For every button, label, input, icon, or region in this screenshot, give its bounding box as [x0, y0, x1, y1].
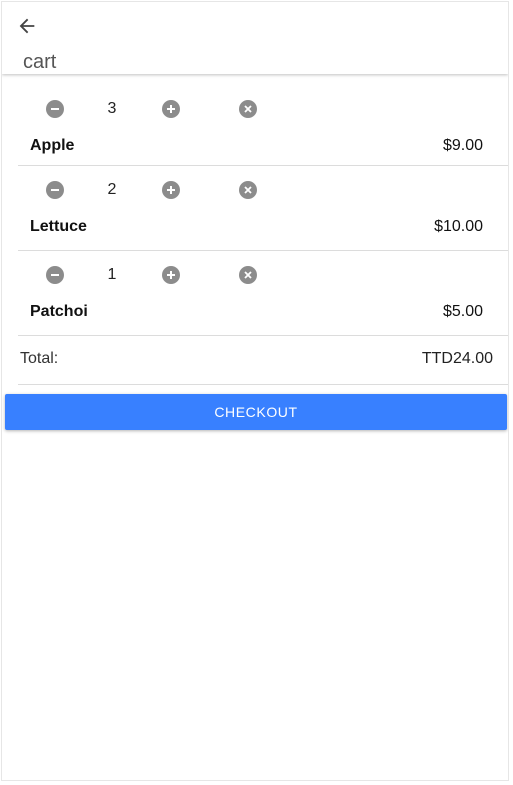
header-toolbar: cart [2, 2, 508, 74]
total-row: Total: TTD24.00 [18, 336, 508, 385]
back-button[interactable] [14, 13, 40, 39]
remove-circle-icon [51, 274, 59, 276]
quantity-value: 2 [107, 181, 117, 198]
add-circle-icon [167, 186, 175, 194]
item-name: Apple [30, 137, 75, 154]
total-value: TTD24.00 [421, 350, 493, 367]
increase-quantity-button[interactable] [162, 181, 180, 199]
item-price: $9.00 [442, 137, 483, 154]
add-circle-icon [167, 105, 175, 113]
increase-quantity-button[interactable] [162, 266, 180, 284]
page-title: cart [23, 51, 57, 73]
decrease-quantity-button[interactable] [46, 100, 64, 118]
remove-item-button[interactable] [239, 100, 257, 118]
increase-quantity-button[interactable] [162, 100, 180, 118]
checkout-button[interactable]: CHECKOUT [5, 394, 507, 430]
add-circle-icon [167, 271, 175, 279]
remove-item-button[interactable] [239, 266, 257, 284]
arrow-back-icon [19, 18, 35, 34]
quantity-value: 1 [107, 266, 117, 283]
decrease-quantity-button[interactable] [46, 266, 64, 284]
close-circle-icon [244, 271, 252, 279]
close-circle-icon [244, 186, 252, 194]
cart-list: 3 Apple $9.00 2 Lettuce $10.00 1 Patchoi… [18, 85, 508, 385]
close-circle-icon [244, 105, 252, 113]
cart-item: 2 Lettuce $10.00 [18, 166, 508, 251]
item-price: $5.00 [442, 303, 483, 320]
quantity-value: 3 [107, 100, 117, 117]
item-name: Patchoi [30, 303, 88, 320]
item-name: Lettuce [30, 218, 87, 235]
decrease-quantity-button[interactable] [46, 181, 64, 199]
remove-circle-icon [51, 108, 59, 110]
total-label: Total: [20, 350, 59, 367]
cart-item: 3 Apple $9.00 [18, 85, 508, 166]
remove-circle-icon [51, 189, 59, 191]
app-frame: cart 3 Apple $9.00 2 Lettuce $10.00 1 Pa… [1, 1, 509, 781]
cart-item: 1 Patchoi $5.00 [18, 251, 508, 336]
remove-item-button[interactable] [239, 181, 257, 199]
item-price: $10.00 [434, 218, 483, 235]
